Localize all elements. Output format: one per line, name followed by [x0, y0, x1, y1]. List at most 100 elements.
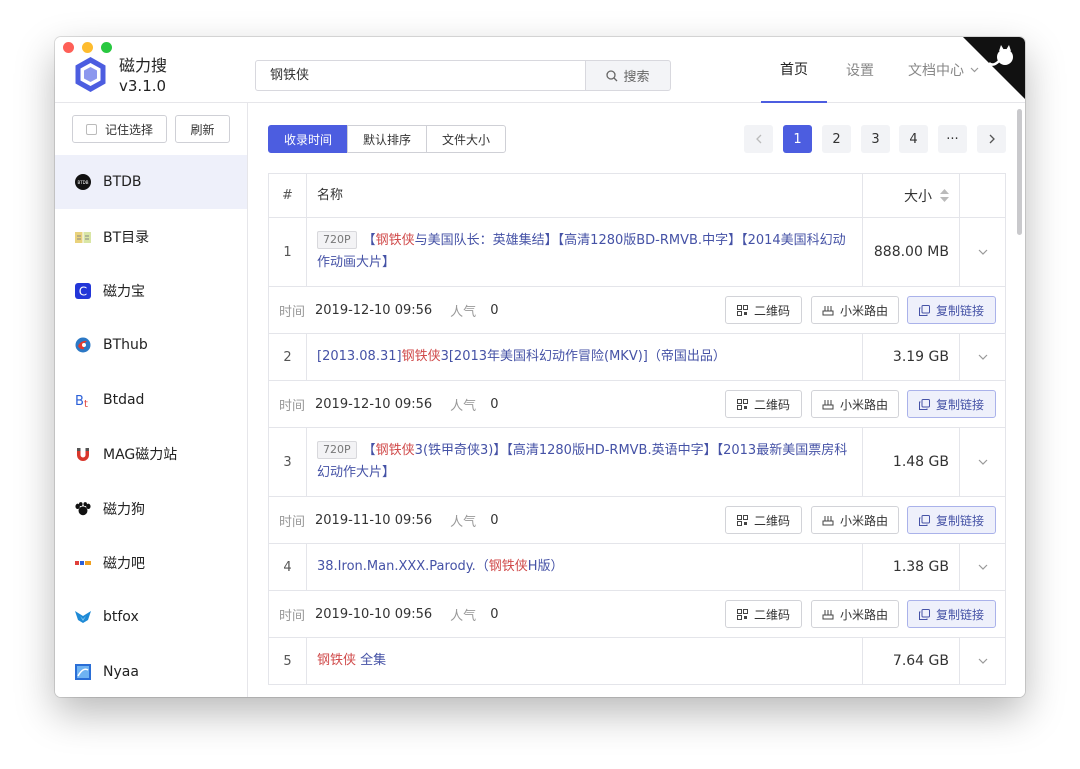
mi-router-button[interactable]: 小米路由 [811, 296, 899, 324]
sidebar-item-bthub[interactable]: BThub [55, 318, 247, 372]
row-popularity: 0 [490, 606, 499, 622]
sidebar-item-btmulu[interactable]: BT目录 [55, 209, 247, 263]
qr-code-label: 二维码 [753, 607, 790, 622]
svg-text:t: t [84, 399, 88, 408]
page-button[interactable]: 1 [783, 125, 812, 153]
btdb-icon: BTDB [75, 174, 91, 191]
sort-default-button[interactable]: 默认排序 [347, 125, 428, 153]
zoom-window-button[interactable] [101, 42, 112, 53]
copy-link-button[interactable]: 复制链接 [907, 296, 996, 324]
page-button[interactable]: 3 [861, 125, 890, 153]
mi-router-label: 小米路由 [839, 303, 888, 318]
header-size[interactable]: 大小 [863, 174, 960, 217]
github-corner-icon[interactable] [963, 37, 1025, 99]
row-title[interactable]: [2013.08.31]钢铁侠3[2013年美国科幻动作冒险(MKV)]（帝国出… [307, 334, 863, 380]
popularity-label: 人气 [450, 514, 477, 530]
tab-settings[interactable]: 设置 [838, 37, 882, 103]
chevron-down-icon [978, 658, 987, 664]
time-label: 时间 [279, 398, 306, 414]
mi-router-button[interactable]: 小米路由 [811, 506, 899, 534]
row-index: 3 [269, 428, 307, 496]
title-prefix: 【 [362, 233, 376, 248]
qr-code-label: 二维码 [753, 397, 790, 412]
sidebar-item-mag[interactable]: MAG磁力站 [55, 427, 247, 481]
sidebar-item-label: 磁力狗 [103, 501, 145, 518]
sidebar-item-btdb[interactable]: BTDB BTDB [55, 155, 247, 210]
expand-button[interactable] [960, 428, 1005, 496]
row-details: 时间 2019-12-10 09:56 人气 0 二维码 小米路由 复制链接 [269, 381, 1005, 428]
copy-icon [918, 514, 930, 526]
router-icon [822, 305, 834, 315]
chevron-down-icon [978, 249, 987, 255]
fox-icon [75, 609, 91, 625]
table-row[interactable]: 2 [2013.08.31]钢铁侠3[2013年美国科幻动作冒险(MKV)]（帝国… [269, 334, 1005, 381]
copy-link-label: 复制链接 [935, 303, 984, 318]
table-row[interactable]: 3 720P 【钢铁侠3(铁甲奇侠3)】【高清1280版HD-RMVB.英语中字】【… [269, 428, 1005, 497]
qr-code-button[interactable]: 二维码 [725, 296, 802, 324]
qr-code-button[interactable]: 二维码 [725, 506, 802, 534]
mi-router-button[interactable]: 小米路由 [811, 600, 899, 628]
qr-code-icon [736, 608, 748, 620]
table-row[interactable]: 4 38.Iron.Man.XXX.Parody.（钢铁侠H版） 1.38 GB [269, 544, 1005, 591]
more-pages-button[interactable]: ··· [938, 125, 967, 153]
sort-by-time-button[interactable]: 收录时间 [268, 125, 349, 153]
title-suffix: H版） [527, 559, 564, 574]
qr-code-button[interactable]: 二维码 [725, 600, 802, 628]
table-row[interactable]: 1 720P 【钢铁侠与美国队长：英雄集结】【高清1280版BD-RMVB.中字】【… [269, 218, 1005, 287]
remember-checkbox[interactable] [85, 123, 97, 135]
sidebar-item-nyaa[interactable]: Nyaa [55, 645, 247, 697]
sidebar-item-ciliba[interactable]: 磁力吧 [55, 536, 247, 590]
sidebar-item-label: Btdad [103, 391, 145, 408]
sidebar-item-label: 磁力吧 [103, 555, 145, 572]
sidebar-item-cilibao[interactable]: C 磁力宝 [55, 264, 247, 318]
page-button[interactable]: 4 [899, 125, 928, 153]
title-keyword: 钢铁侠 [375, 233, 415, 248]
svg-text:B: B [75, 394, 84, 408]
row-details: 时间 2019-10-10 09:56 人气 0 二维码 小米路由 复制链接 [269, 591, 1005, 638]
search-button[interactable]: 搜索 [585, 60, 671, 91]
paw-icon [75, 501, 91, 517]
prev-page-button[interactable] [744, 125, 773, 153]
row-title[interactable]: 720P 【钢铁侠3(铁甲奇侠3)】【高清1280版HD-RMVB.英语中字】【2… [307, 428, 863, 496]
scrollbar-thumb[interactable] [1017, 109, 1022, 235]
book-icon [75, 229, 91, 245]
chevron-down-icon [978, 564, 987, 570]
magnet-icon [75, 446, 91, 462]
sidebar-item-label: BT目录 [103, 229, 150, 246]
expand-button[interactable] [960, 638, 1005, 684]
qr-code-button[interactable]: 二维码 [725, 390, 802, 418]
sidebar-item-btdad[interactable]: Bt Btdad [55, 373, 247, 427]
qr-code-label: 二维码 [753, 513, 790, 528]
sidebar-item-btfox[interactable]: btfox [55, 590, 247, 644]
remember-selection-button[interactable]: 记住选择 [72, 115, 167, 143]
title-suffix: 3[2013年美国科幻动作冒险(MKV)]（帝国出品） [440, 349, 726, 364]
title-keyword: 钢铁侠 [488, 559, 528, 574]
copy-link-button[interactable]: 复制链接 [907, 506, 996, 534]
tab-home[interactable]: 首页 [761, 37, 827, 103]
expand-button[interactable] [960, 218, 1005, 286]
sort-by-size-button[interactable]: 文件大小 [426, 125, 507, 153]
expand-button[interactable] [960, 334, 1005, 380]
results-table: # 名称 大小 1 720P 【钢铁侠与美国队长：英雄集结】【高清1280版BD-R… [268, 173, 1006, 685]
refresh-button[interactable]: 刷新 [175, 115, 230, 143]
close-window-button[interactable] [63, 42, 74, 53]
minimize-window-button[interactable] [82, 42, 93, 53]
bthub-icon [75, 337, 91, 353]
sidebar-item-ciligou[interactable]: 磁力狗 [55, 481, 247, 535]
mi-router-button[interactable]: 小米路由 [811, 390, 899, 418]
expand-button[interactable] [960, 544, 1005, 590]
next-page-button[interactable] [977, 125, 1006, 153]
sidebar-item-label: btfox [103, 609, 139, 626]
page-button[interactable]: 2 [822, 125, 851, 153]
row-title[interactable]: 720P 【钢铁侠与美国队长：英雄集结】【高清1280版BD-RMVB.中字】【2… [307, 218, 863, 286]
row-title[interactable]: 钢铁侠 全集 [307, 638, 863, 684]
row-title[interactable]: 38.Iron.Man.XXX.Parody.（钢铁侠H版） [307, 544, 863, 590]
chevron-left-icon [755, 134, 761, 144]
search-input[interactable]: 钢铁侠 [255, 60, 586, 91]
search-button-label: 搜索 [623, 70, 650, 85]
copy-link-button[interactable]: 复制链接 [907, 600, 996, 628]
svg-text:BTDB: BTDB [77, 180, 88, 185]
copy-link-button[interactable]: 复制链接 [907, 390, 996, 418]
table-row[interactable]: 5 钢铁侠 全集 7.64 GB [269, 638, 1005, 685]
sort-icon [940, 189, 949, 202]
